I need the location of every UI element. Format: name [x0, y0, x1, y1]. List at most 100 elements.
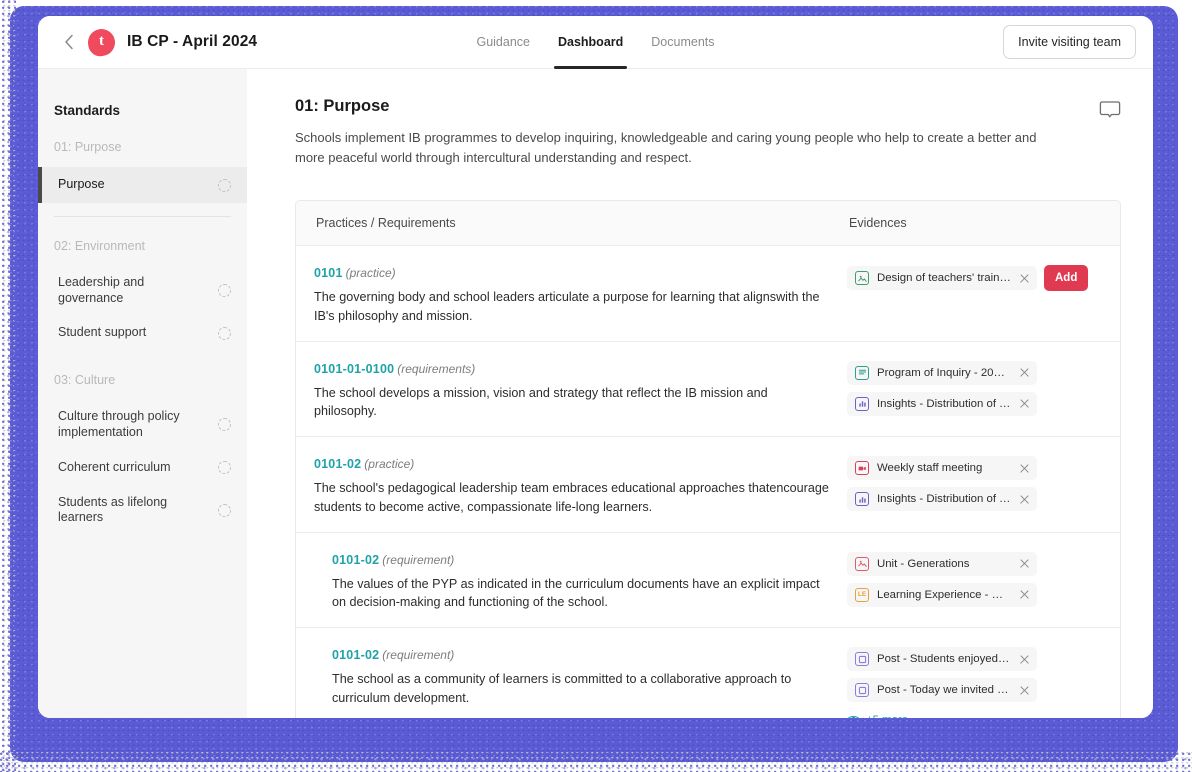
practice-cell: 0101-02 (requirement) The school as a com…: [296, 647, 847, 718]
practice-cell: 0101-02 (requirement) The values of the P…: [296, 552, 847, 612]
image-icon: [855, 556, 869, 571]
sidebar-group-02: 02: Environment Leadership and governanc…: [38, 239, 247, 351]
practice-code-line: 0101-02 (practice): [314, 456, 831, 472]
evidences-cell: Post - Students enjoyed working wit... P…: [847, 647, 1120, 718]
table-row: 0101-02 (requirement) The school as a com…: [296, 628, 1120, 718]
practice-cell: 0101-02 (practice) The school's pedagogic…: [296, 456, 847, 516]
evidence-label: Program of Inquiry - 2019-20: [877, 366, 1011, 379]
practice-text: The governing body and school leaders ar…: [314, 290, 820, 323]
top-bar: t IB CP - April 2024 Guidance Dashboard …: [38, 16, 1153, 69]
practice-code-line: 0101-02 (requirement): [332, 552, 831, 568]
sidebar-item-leadership-and-governance[interactable]: Leadership and governance: [38, 266, 247, 315]
eye-icon: [847, 711, 860, 718]
app-logo: t: [85, 26, 118, 58]
tab-dashboard[interactable]: Dashboard: [553, 16, 628, 69]
sidebar-title: Standards: [54, 103, 121, 118]
remove-evidence-icon[interactable]: [1019, 685, 1030, 696]
remove-evidence-icon[interactable]: [1019, 589, 1030, 600]
evidence-label: Design of teachers' trainin...: [877, 272, 1011, 285]
status-ring-icon: [218, 284, 231, 298]
remove-evidence-icon[interactable]: [1019, 367, 1030, 378]
practices-evidences-table: Practices / Requirements Evidences 0101(…: [295, 200, 1121, 718]
evidence-chip[interactable]: Weekly staff meeting: [847, 456, 1037, 481]
presentation-icon: [855, 365, 869, 380]
column-header-evidences: Evidences: [849, 216, 907, 231]
page-title-header: IB CP - April 2024: [127, 33, 258, 50]
evidence-chip[interactable]: Insights - Distribution of Trans...: [847, 487, 1037, 512]
table-header-row: Practices / Requirements Evidences: [296, 201, 1120, 247]
remove-evidence-icon[interactable]: [1019, 558, 1030, 569]
status-ring-icon: [218, 503, 231, 517]
bar-chart-icon: [855, 396, 869, 411]
body-container: Standards 01: Purpose Purpose 02: Enviro…: [38, 69, 1153, 718]
page-title: 01: Purpose: [295, 97, 390, 115]
table-row: 0101-01-0100 (requirements) The school de…: [296, 342, 1120, 438]
main-content: 01: Purpose Schools implement IB program…: [247, 69, 1153, 718]
sidebar-item-label: Coherent curriculum: [58, 459, 171, 474]
more-count-label: +5 more: [866, 714, 908, 718]
evidence-chip[interactable]: Insights - Distribution of Trans...: [847, 391, 1037, 416]
evidence-label: Post - Today we invited an IBDP Gue...: [877, 684, 1011, 697]
video-icon: [855, 461, 869, 476]
sidebar-item-student-support[interactable]: Student support: [38, 315, 247, 351]
show-more-evidences-button[interactable]: +5 more: [847, 711, 1112, 718]
sidebar-item-purpose[interactable]: Purpose: [38, 167, 247, 203]
practice-code: 0101-02: [332, 648, 380, 663]
practice-cell: 0101-01-0100 (requirements) The school de…: [296, 361, 847, 421]
sidebar-item-coherent-curriculum[interactable]: Coherent curriculum: [38, 450, 247, 486]
main-header: 01: Purpose Schools implement IB program…: [295, 97, 1121, 168]
status-ring-icon: [218, 418, 231, 432]
practice-code-line: 0101-02 (requirement): [332, 647, 831, 663]
sidebar-divider: [54, 216, 231, 217]
practice-cell: 0101 (practice) The governing body and sc…: [296, 265, 847, 325]
add-evidence-button[interactable]: Add: [1044, 265, 1089, 292]
invite-visiting-team-button[interactable]: Invite visiting team: [1003, 25, 1136, 59]
tab-guidance[interactable]: Guidance: [476, 16, 530, 69]
status-ring-icon: [218, 178, 231, 192]
practice-text: The school develops a mission, vision an…: [314, 385, 768, 419]
sidebar-item-label: Purpose: [58, 177, 105, 192]
status-ring-icon: [218, 326, 231, 340]
practice-code-line: 0101 (practice): [314, 265, 831, 281]
evidence-label: Unit - Generations: [877, 557, 970, 570]
evidences-cell: Unit - Generations LE Learning Experienc…: [847, 551, 1120, 612]
remove-evidence-icon[interactable]: [1019, 463, 1030, 474]
logo-letter: t: [99, 33, 104, 49]
le-badge-icon: LE: [855, 587, 869, 602]
sidebar-group-label-environment: 02: Environment: [54, 239, 146, 253]
evidences-cell: Program of Inquiry - 2019-20 Insights - …: [847, 360, 1120, 421]
remove-evidence-icon[interactable]: [1019, 494, 1030, 505]
remove-evidence-icon[interactable]: [1019, 273, 1030, 284]
back-button[interactable]: [56, 29, 82, 55]
remove-evidence-icon[interactable]: [1019, 654, 1030, 665]
evidence-label: Post - Students enjoyed working wit...: [877, 653, 1011, 666]
evidence-chip[interactable]: Design of teachers' trainin...: [847, 266, 1037, 291]
tab-documents[interactable]: Documents: [651, 16, 714, 69]
evidence-chip[interactable]: Post - Today we invited an IBDP Gue...: [847, 678, 1037, 703]
evidence-chip[interactable]: Program of Inquiry - 2019-20: [847, 360, 1037, 385]
evidence-chip[interactable]: Post - Students enjoyed working wit...: [847, 647, 1037, 672]
sidebar-group-label-culture: 03: Culture: [54, 373, 116, 388]
sidebar-item-label: Leadership and governance: [58, 275, 145, 305]
sidebar-item-students-as-lifelong-learners[interactable]: Students as lifelong learners: [38, 486, 247, 535]
remove-evidence-icon[interactable]: [1019, 398, 1030, 409]
sidebar-item-label: Students as lifelong learners: [58, 494, 168, 525]
practice-kind: (requirement): [382, 648, 455, 663]
main-nav-tabs: Guidance Dashboard Documents: [446, 16, 746, 69]
sidebar-group-03: 03: Culture Culture through policy imple…: [38, 373, 247, 535]
table-row: 0101-02 (practice) The school's pedagogic…: [296, 437, 1120, 533]
practice-code: 0101-01-0100: [314, 361, 395, 376]
practice-text: The school as a community of learners is…: [332, 672, 792, 705]
practice-kind: (requirements): [397, 361, 476, 376]
evidence-chip[interactable]: LE Learning Experience - Myths and fab..…: [847, 582, 1037, 607]
comment-bubble-icon[interactable]: [1099, 99, 1121, 126]
practice-text: The values of the PYP as indicated in th…: [332, 576, 820, 610]
status-ring-icon: [218, 461, 231, 474]
table-row: 0101 (practice) The governing body and sc…: [296, 246, 1120, 342]
sidebar-item-culture-through-policy-implementation[interactable]: Culture through policy implementation: [38, 400, 247, 449]
evidence-chip[interactable]: Unit - Generations: [847, 551, 1037, 576]
practice-code: 0101-02: [332, 552, 380, 567]
sidebar-group-label-purpose: 01: Purpose: [54, 140, 122, 154]
practice-code: 0101: [314, 266, 343, 281]
post-icon: [855, 652, 869, 667]
